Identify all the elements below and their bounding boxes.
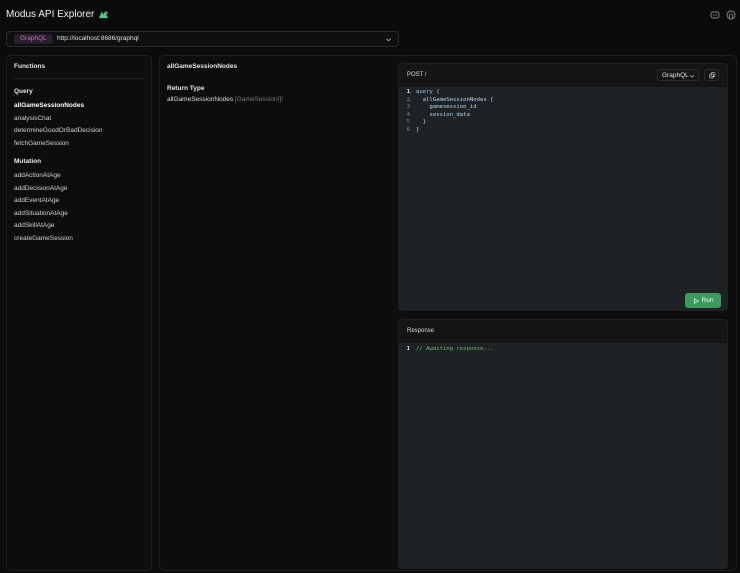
code-area[interactable]: 1 ⌄ query { 2 ⌄ allGameSessionNodes { 3 …	[399, 89, 727, 134]
protocol-badge[interactable]: GraphQL	[14, 34, 53, 44]
app-title-text: Modus API Explorer	[6, 9, 95, 20]
function-item-fetchgamesession[interactable]: fetchGameSession	[14, 140, 69, 147]
function-item-analysischat[interactable]: analysisChat	[14, 115, 51, 122]
language-select-value: GraphQL	[662, 72, 689, 79]
function-item-determinegoodorbaddecision[interactable]: determineGoodOrBadDecision	[14, 127, 103, 134]
github-icon[interactable]	[726, 10, 736, 20]
line-number: 4	[406, 111, 410, 118]
copy-icon	[708, 72, 715, 79]
method-label: POST /	[407, 72, 427, 78]
line-number: 1	[406, 346, 410, 352]
function-item-adddecisionatage[interactable]: addDecisionAtAge	[14, 185, 67, 192]
run-button-label: Run	[701, 297, 714, 304]
function-item-addactionatage[interactable]: addActionAtAge	[14, 172, 61, 179]
query-editor[interactable]: POST / GraphQL 1 ⌄ query { 2 ⌄ allGameSe…	[398, 63, 728, 311]
copy-button[interactable]	[704, 69, 719, 81]
app-title: Modus API Explorer	[6, 9, 109, 20]
line-number: 5	[406, 119, 410, 125]
run-button[interactable]: Run	[685, 293, 721, 308]
discord-icon[interactable]	[710, 10, 720, 20]
editor-header: POST / GraphQL	[399, 64, 727, 88]
fold-icon[interactable]: ⌄	[409, 97, 412, 105]
group-label-query: Query	[14, 88, 33, 95]
chevron-down-icon	[689, 75, 695, 78]
endpoint-bar[interactable]: GraphQL http://localhost:8686/graphql	[6, 31, 399, 47]
code-text: query {	[416, 89, 440, 95]
endpoint-url[interactable]: http://localhost:8686/graphql	[57, 35, 139, 42]
return-type: [GameSession!]!	[234, 96, 283, 103]
response-code-area[interactable]: 1 // Awaiting response...	[399, 346, 727, 354]
return-type-label: Return Type	[167, 85, 205, 92]
return-name: allGameSessionNodes	[167, 96, 234, 103]
function-item-addeventatage[interactable]: addEventAtAge	[14, 197, 59, 204]
response-text: // Awaiting response...	[416, 346, 494, 352]
code-line: 1 // Awaiting response...	[399, 346, 727, 354]
function-item-creategamesession[interactable]: createGameSession	[14, 235, 73, 242]
code-text: }	[416, 126, 420, 133]
code-text: gamesession_id	[416, 104, 477, 110]
return-type-value: allGameSessionNodes [GameSession!]!	[167, 96, 283, 103]
functions-title: Functions	[14, 63, 46, 70]
code-line: 5 }	[399, 119, 727, 127]
play-icon	[693, 297, 699, 304]
code-line: 2 ⌄ allGameSessionNodes {	[399, 97, 727, 105]
code-line: 4 session_data	[399, 112, 727, 120]
line-number: 3	[406, 104, 410, 110]
code-line: 1 ⌄ query {	[399, 89, 727, 97]
response-title: Response	[407, 328, 435, 334]
line-number: 6	[406, 126, 410, 133]
code-text: session_data	[416, 111, 470, 118]
chevron-down-icon[interactable]	[385, 36, 392, 43]
function-detail-title: allGameSessionNodes	[167, 63, 238, 70]
divider	[13, 78, 144, 79]
fold-icon[interactable]: ⌄	[409, 89, 412, 97]
language-select[interactable]: GraphQL	[657, 69, 699, 81]
code-line: 6 }	[399, 127, 727, 135]
function-item-allgamesessionnodes[interactable]: allGameSessionNodes	[14, 102, 84, 109]
bird-logo-icon	[99, 10, 109, 19]
function-item-addskillatage[interactable]: addSkillAtAge	[14, 222, 54, 229]
response-panel: Response 1 // Awaiting response...	[398, 319, 728, 569]
code-line: 3 gamesession_id	[399, 104, 727, 112]
response-header: Response	[399, 320, 727, 344]
function-item-addsituationatage[interactable]: addSituationAtAge	[14, 210, 68, 217]
code-text: }	[416, 119, 427, 125]
group-label-mutation: Mutation	[14, 158, 42, 165]
code-text: allGameSessionNodes {	[416, 96, 494, 103]
